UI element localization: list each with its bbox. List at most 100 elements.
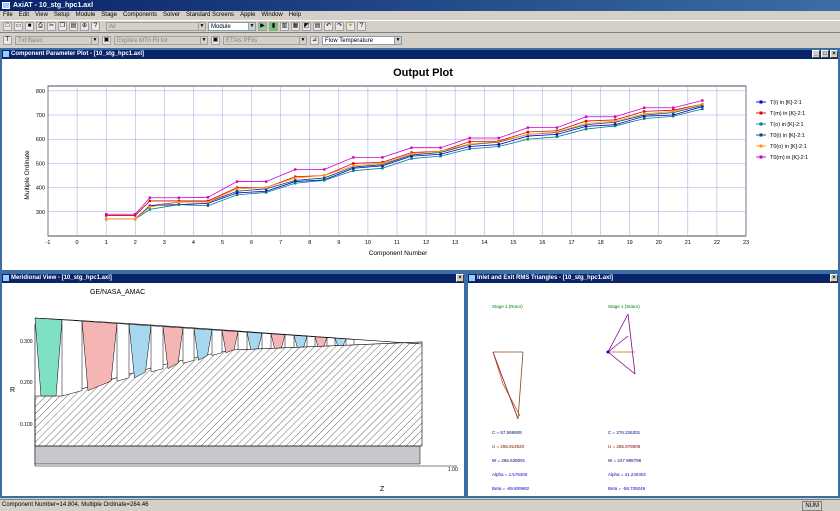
app-icon bbox=[2, 2, 10, 9]
x-tick-label: -1 bbox=[46, 240, 51, 246]
series-point bbox=[206, 200, 210, 204]
stage-icon[interactable]: ▮ bbox=[269, 22, 278, 31]
series-point bbox=[468, 147, 471, 151]
legend-label: T(o) in [K]-2:1 bbox=[770, 122, 804, 128]
explore-combo[interactable]: Explore MTrl Flt for ▼ bbox=[114, 36, 208, 45]
y-tick-label: 500 bbox=[36, 161, 45, 167]
redo-icon[interactable]: ↷ bbox=[335, 22, 344, 31]
series-point bbox=[134, 217, 137, 221]
series-point bbox=[352, 164, 355, 168]
plot-window: Component Parameter Plot - [10_stg_hpc1.… bbox=[0, 48, 840, 272]
copy-icon[interactable]: ❐ bbox=[58, 22, 67, 31]
series-point bbox=[352, 156, 355, 159]
legend-label: T(i) in [K]-2:1 bbox=[770, 100, 802, 106]
module-combo[interactable]: Module ▼ bbox=[208, 22, 256, 31]
legend-marker bbox=[759, 111, 763, 115]
filter-combo[interactable]: All ▼ bbox=[106, 22, 206, 31]
open-folder-icon[interactable]: ▭ bbox=[14, 22, 23, 31]
help-icon[interactable]: ? bbox=[91, 22, 100, 31]
etats-combo[interactable]: ETAts PFlts ▼ bbox=[223, 36, 307, 45]
bulb-icon[interactable]: ✦ bbox=[346, 22, 355, 31]
legend-marker bbox=[759, 155, 763, 159]
menu-stage[interactable]: Stage bbox=[101, 11, 117, 20]
series-point bbox=[555, 126, 559, 129]
series-point bbox=[381, 162, 384, 165]
flow-combo[interactable]: Flow Temperature ▼ bbox=[322, 36, 402, 45]
series-point bbox=[643, 110, 646, 113]
series-point bbox=[672, 106, 675, 109]
close-icon[interactable]: × bbox=[830, 274, 838, 282]
x-tick-label: 1 bbox=[105, 240, 108, 246]
explore-icon[interactable]: ▣ bbox=[102, 36, 111, 45]
print-icon[interactable]: ⎙ bbox=[36, 22, 45, 31]
menu-file[interactable]: File bbox=[3, 11, 13, 20]
triangles-window-titlebar[interactable]: Inlet and Exit RMS Triangles - [10_stg_h… bbox=[468, 274, 838, 283]
close-icon[interactable]: × bbox=[830, 50, 838, 58]
blade-row bbox=[246, 331, 263, 350]
x-tick-label: 0 bbox=[76, 240, 79, 246]
series-point bbox=[497, 140, 500, 143]
module-combo-value: Module bbox=[211, 24, 231, 30]
table-icon[interactable]: ▤ bbox=[313, 22, 322, 31]
maximize-icon[interactable]: □ bbox=[821, 50, 829, 58]
menu-standard-screens[interactable]: Standard Screens bbox=[186, 11, 234, 20]
grid-icon[interactable]: ▦ bbox=[291, 22, 300, 31]
series-point bbox=[410, 152, 413, 155]
blade-row bbox=[334, 337, 347, 346]
series-point bbox=[410, 146, 413, 149]
text-icon[interactable]: T bbox=[3, 36, 12, 45]
menu-edit[interactable]: Edit bbox=[19, 11, 29, 20]
series-point bbox=[104, 217, 108, 221]
meridional-window-titlebar[interactable]: Meridional View - [10_stg_hpc1.axl] × bbox=[2, 274, 464, 283]
triangles-window-title: Inlet and Exit RMS Triangles - [10_stg_h… bbox=[477, 275, 614, 281]
context-help-icon[interactable]: ? bbox=[357, 22, 366, 31]
plot-icon[interactable]: ◩ bbox=[302, 22, 311, 31]
x-tick-label: 10 bbox=[365, 240, 371, 246]
series-point bbox=[177, 203, 181, 206]
undo-icon[interactable]: ↶ bbox=[324, 22, 333, 31]
menu-help[interactable]: Help bbox=[289, 11, 301, 20]
legend-label: T0(o) in [K]-2:1 bbox=[770, 144, 807, 150]
x-tick-label: 20 bbox=[656, 240, 662, 246]
series-point bbox=[294, 176, 297, 180]
etats-icon[interactable]: ▣ bbox=[211, 36, 220, 45]
status-bar: Component Number=14.804, Multiple Ordina… bbox=[0, 499, 840, 511]
x-tick-label: 15 bbox=[510, 240, 516, 246]
menu-view[interactable]: View bbox=[35, 11, 48, 20]
menu-apple[interactable]: Apple bbox=[240, 11, 255, 20]
series-point bbox=[323, 179, 326, 182]
blade-row bbox=[34, 317, 63, 397]
series-point bbox=[148, 205, 151, 209]
zoom-icon[interactable]: ⊕ bbox=[80, 22, 89, 31]
component-icon[interactable]: ▥ bbox=[280, 22, 289, 31]
txt-combo[interactable]: Txt Basic ▼ bbox=[15, 36, 99, 45]
r-tick-100: 0.100 bbox=[20, 422, 33, 428]
series-point bbox=[613, 115, 617, 118]
main-toolbar: □ ▭ ■ ⎙ ✂ ❐ ▤ ⊕ ? All ▼ Module ▼ ▶ ▮ ▥ ▦ ◩… bbox=[0, 20, 840, 33]
chart-icon[interactable]: ⊿ bbox=[310, 36, 319, 45]
close-icon[interactable]: × bbox=[456, 274, 464, 282]
menu-setup[interactable]: Setup bbox=[54, 11, 70, 20]
blade-row bbox=[345, 338, 355, 346]
x-tick-label: 4 bbox=[192, 240, 195, 246]
series-point bbox=[584, 119, 588, 123]
menu-module[interactable]: Module bbox=[76, 11, 96, 20]
plot-window-titlebar[interactable]: Component Parameter Plot - [10_stg_hpc1.… bbox=[2, 50, 838, 59]
plot-ylabel: Multiple Ordinate bbox=[24, 150, 31, 200]
plot-heading: Output Plot bbox=[393, 67, 453, 79]
series-point bbox=[235, 187, 239, 191]
run-icon[interactable]: ▶ bbox=[258, 22, 267, 31]
plot-toolbar: T Txt Basic ▼ ▣ Explore MTrl Flt for ▼ ▣ E… bbox=[0, 34, 840, 47]
menu-components[interactable]: Components bbox=[123, 11, 157, 20]
right-velocity-triangle bbox=[606, 313, 636, 375]
new-file-icon[interactable]: □ bbox=[3, 22, 12, 31]
cut-icon[interactable]: ✂ bbox=[47, 22, 56, 31]
save-icon[interactable]: ■ bbox=[25, 22, 34, 31]
menu-window[interactable]: Window bbox=[261, 11, 282, 20]
menu-solver[interactable]: Solver bbox=[163, 11, 180, 20]
paste-icon[interactable]: ▤ bbox=[69, 22, 78, 31]
explore-combo-value: Explore MTrl Flt for bbox=[117, 38, 168, 44]
minimize-icon[interactable]: _ bbox=[812, 50, 820, 58]
series-point bbox=[701, 102, 704, 106]
series-point bbox=[264, 186, 268, 189]
